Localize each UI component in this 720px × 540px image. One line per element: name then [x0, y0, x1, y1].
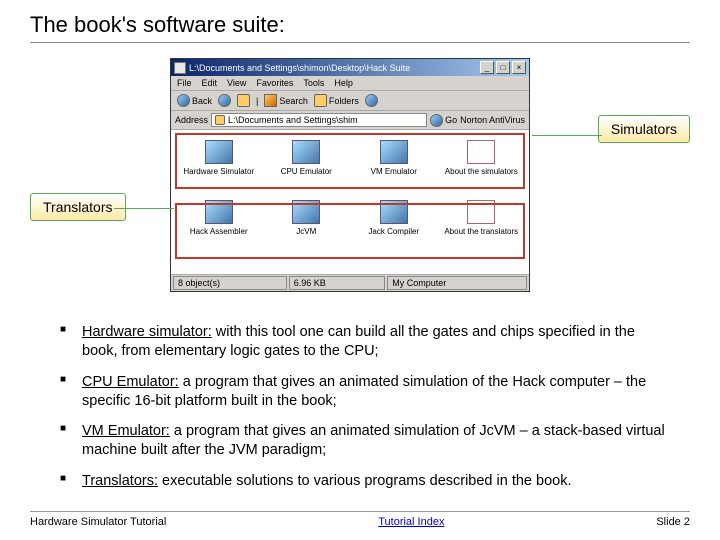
figure: L:\Documents and Settings\shimon\Desktop…	[30, 53, 690, 323]
help-icon	[467, 200, 495, 224]
app-icon	[380, 140, 408, 164]
menu-favorites[interactable]: Favorites	[256, 78, 293, 88]
app-icon	[292, 200, 320, 224]
menu-file[interactable]: File	[177, 78, 192, 88]
item-label: Hack Assembler	[190, 227, 248, 236]
go-button[interactable]: Go	[430, 114, 457, 127]
search-button[interactable]: Search	[264, 94, 308, 107]
bullet-list: Hardware simulator: with this tool one c…	[30, 323, 690, 491]
bullet-term: CPU Emulator:	[82, 374, 179, 390]
address-label: Address	[175, 115, 208, 125]
item-label: VM Emulator	[371, 167, 417, 176]
footer-right: Slide 2	[656, 516, 690, 528]
menu-tools[interactable]: Tools	[303, 78, 324, 88]
back-icon	[177, 94, 190, 107]
bullet-term: Translators:	[82, 473, 158, 489]
bullet-text: a program that gives an animated simulat…	[82, 423, 665, 458]
address-value: L:\Documents and Settings\shim	[228, 115, 358, 125]
bullet-cpu: CPU Emulator: a program that gives an an…	[60, 373, 670, 411]
back-button[interactable]: Back	[177, 94, 212, 107]
app-icon	[380, 200, 408, 224]
item-hardware-simulator[interactable]: Hardware Simulator	[175, 136, 263, 196]
item-hack-assembler[interactable]: Hack Assembler	[175, 196, 263, 256]
folders-icon	[314, 94, 327, 107]
folder-icon	[215, 115, 225, 125]
item-cpu-emulator[interactable]: CPU Emulator	[263, 136, 351, 196]
status-size: 6.96 KB	[289, 276, 385, 290]
menubar: File Edit View Favorites Tools Help	[171, 76, 529, 91]
minimize-button[interactable]: _	[480, 61, 494, 74]
bullet-translators: Translators: executable solutions to var…	[60, 472, 670, 491]
item-about-translators[interactable]: About the translators	[438, 196, 526, 256]
item-jcvm[interactable]: JcVM	[263, 196, 351, 256]
forward-button[interactable]	[218, 94, 231, 107]
item-vm-emulator[interactable]: VM Emulator	[350, 136, 438, 196]
menu-help[interactable]: Help	[334, 78, 353, 88]
item-about-simulators[interactable]: About the simulators	[438, 136, 526, 196]
go-label: Go	[445, 115, 457, 125]
address-bar: Address L:\Documents and Settings\shim G…	[171, 111, 529, 130]
footer-left: Hardware Simulator Tutorial	[30, 516, 166, 528]
bullet-vm: VM Emulator: a program that gives an ani…	[60, 422, 670, 460]
window-title: L:\Documents and Settings\shimon\Desktop…	[189, 63, 478, 73]
folders-label: Folders	[329, 96, 359, 106]
footer: Hardware Simulator Tutorial Tutorial Ind…	[30, 511, 690, 528]
slide-title: The book's software suite:	[30, 12, 690, 43]
folders-button[interactable]: Folders	[314, 94, 359, 107]
callout-line-translators	[114, 208, 174, 209]
history-button[interactable]	[365, 94, 378, 107]
forward-icon	[218, 94, 231, 107]
up-button[interactable]	[237, 94, 250, 107]
toolbar: Back | Search Folders	[171, 91, 529, 111]
search-icon	[264, 94, 277, 107]
file-pane: Hardware Simulator CPU Emulator VM Emula…	[171, 130, 529, 274]
app-icon	[205, 140, 233, 164]
menu-edit[interactable]: Edit	[202, 78, 218, 88]
item-jack-compiler[interactable]: Jack Compiler	[350, 196, 438, 256]
history-icon	[365, 94, 378, 107]
row-translators: Hack Assembler JcVM Jack Compiler About …	[175, 196, 525, 256]
up-icon	[237, 94, 250, 107]
item-label: CPU Emulator	[281, 167, 332, 176]
item-label: Jack Compiler	[368, 227, 419, 236]
menu-view[interactable]: View	[227, 78, 246, 88]
window-titlebar: L:\Documents and Settings\shimon\Desktop…	[171, 59, 529, 76]
status-objects: 8 object(s)	[173, 276, 287, 290]
app-icon	[292, 140, 320, 164]
callout-simulators: Simulators	[598, 115, 690, 143]
address-input[interactable]: L:\Documents and Settings\shim	[211, 113, 427, 127]
bullet-text: executable solutions to various programs…	[158, 473, 571, 489]
search-label: Search	[279, 96, 308, 106]
row-simulators: Hardware Simulator CPU Emulator VM Emula…	[175, 136, 525, 196]
bullet-term: VM Emulator:	[82, 423, 170, 439]
explorer-window: L:\Documents and Settings\shimon\Desktop…	[170, 58, 530, 292]
norton-label[interactable]: Norton AntiVirus	[460, 115, 525, 125]
bullet-term: Hardware simulator:	[82, 324, 212, 340]
item-label: About the simulators	[445, 167, 518, 176]
folder-icon	[174, 62, 186, 74]
status-bar: 8 object(s) 6.96 KB My Computer	[171, 274, 529, 291]
item-label: JcVM	[296, 227, 316, 236]
callout-line-simulators	[532, 135, 602, 136]
item-label: About the translators	[444, 227, 518, 236]
back-label: Back	[192, 96, 212, 106]
status-location: My Computer	[387, 276, 527, 290]
bullet-hardware: Hardware simulator: with this tool one c…	[60, 323, 670, 361]
app-icon	[205, 200, 233, 224]
help-icon	[467, 140, 495, 164]
maximize-button[interactable]: □	[496, 61, 510, 74]
go-icon	[430, 114, 443, 127]
toolbar-sep: |	[256, 96, 258, 106]
callout-translators: Translators	[30, 193, 126, 221]
close-button[interactable]: ×	[512, 61, 526, 74]
footer-link[interactable]: Tutorial Index	[378, 516, 444, 528]
item-label: Hardware Simulator	[183, 167, 254, 176]
